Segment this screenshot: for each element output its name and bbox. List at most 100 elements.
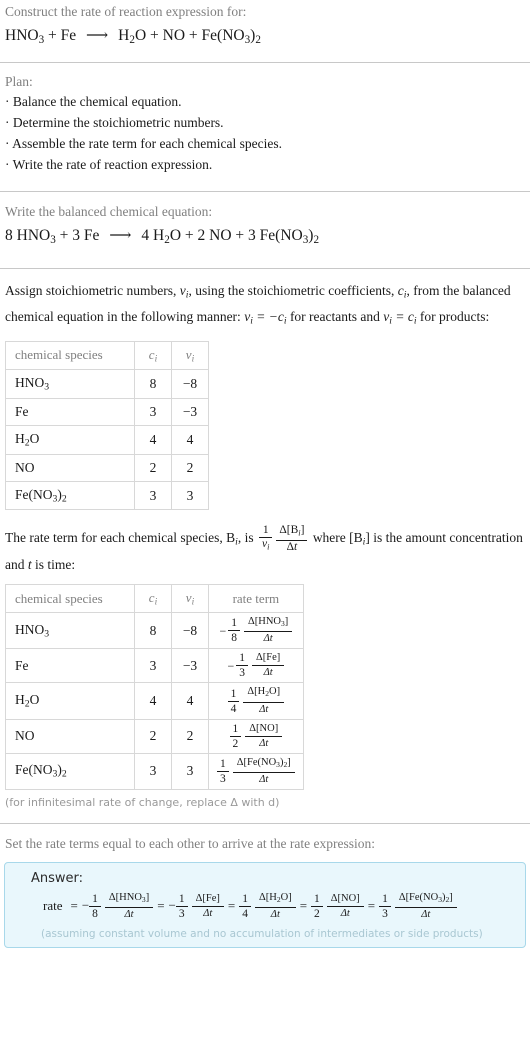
stoichiometry-table: chemical species ci νi HNO3 8 −8 Fe 3 −3…	[5, 340, 209, 511]
plus-sign: +	[59, 227, 73, 245]
negative-sign: −	[227, 658, 235, 673]
plus-sign: +	[150, 27, 163, 44]
answer-assumption: (assuming constant volume and no accumul…	[41, 927, 483, 940]
coefficient-fraction: 12	[311, 893, 323, 920]
cell-vi: −3	[171, 397, 209, 426]
table-header-row: chemical species ci νi rate term	[5, 583, 304, 614]
delta-fraction: Δ[H2O] Δt	[243, 686, 285, 715]
plus-sign: +	[48, 27, 61, 44]
relation-products: νi = ci	[383, 308, 417, 327]
cell-vi: 2	[171, 453, 209, 482]
coefficient-fraction: 13	[217, 758, 229, 785]
coefficient-fraction: 13	[379, 893, 391, 920]
cell-species: NO	[5, 718, 135, 754]
equals-sign: =	[367, 898, 376, 914]
delta-fraction: Δ[Fe] Δt	[191, 893, 224, 920]
delta-fraction: Δ[Fe] Δt	[252, 652, 285, 679]
table-row: H2O 4 4	[5, 424, 209, 455]
col-header-ci: ci	[134, 583, 172, 614]
table-row: Fe(NO3)2 3 3	[5, 480, 209, 511]
rate-term-table: chemical species ci νi rate term HNO3 8 …	[5, 583, 304, 790]
col-header-species: chemical species	[5, 583, 135, 614]
delta-fraction: Δ[NO] Δt	[326, 893, 364, 920]
cell-vi: 3	[171, 752, 209, 790]
plan-item: · Balance the chemical equation.	[0, 90, 530, 111]
intro-text-part: is time:	[31, 556, 76, 572]
rate-word: rate	[43, 898, 63, 914]
product-no: NO	[162, 27, 186, 44]
balanced-equation-title: Write the balanced chemical equation:	[5, 204, 213, 220]
table-row: H2O 4 4 1 4 Δ[H2O] Δt	[5, 682, 304, 720]
product-h2o: H2O	[153, 227, 182, 247]
plus-sign: +	[188, 27, 202, 44]
bullet-icon: ·	[5, 115, 10, 131]
cell-species: HNO3	[5, 612, 135, 650]
delta-fraction: Δ[H2O] Δt	[254, 892, 296, 921]
plan-item: · Assemble the rate term for each chemic…	[0, 132, 530, 153]
plan-item-label: Assemble the rate term for each chemical…	[12, 136, 283, 152]
delta-fraction: Δ[HNO3] Δt	[243, 616, 293, 645]
table-row: Fe 3 −3 −1 3 Δ[Fe] Δt	[5, 648, 304, 684]
cell-species: H2O	[5, 682, 135, 720]
cell-rate-term: 1 3 Δ[Fe(NO3)2] Δt	[208, 752, 304, 790]
cell-species: H2O	[5, 424, 135, 455]
table-row: Fe 3 −3	[5, 397, 209, 426]
product-h2o: H2O	[118, 27, 147, 47]
cell-vi: 3	[171, 480, 209, 511]
cell-species: Fe(NO3)2	[5, 752, 135, 790]
delta-fraction: Δ[HNO3] Δt	[104, 892, 154, 921]
plan-item-label: Balance the chemical equation.	[12, 94, 182, 110]
solution-page: Construct the rate of reaction expressio…	[0, 0, 530, 948]
rate-expression: −1 8 Δ[HNO3] Δt	[219, 616, 293, 645]
table-row: HNO3 8 −8	[5, 369, 209, 399]
coefficient-fraction: 18	[89, 893, 101, 920]
negative-sign: −	[81, 897, 90, 913]
coefficient: 4	[141, 227, 150, 245]
coefficient: 3	[248, 227, 256, 245]
cell-vi: 4	[171, 424, 209, 455]
rate-expression: 1 4 Δ[H2O] Δt	[227, 686, 285, 715]
cell-species: HNO3	[5, 369, 135, 399]
cell-vi: −8	[171, 612, 209, 650]
answer-label: Answer:	[31, 870, 84, 886]
table-row: NO 2 2 1 2 Δ[NO] Δt	[5, 718, 304, 754]
final-intro: Set the rate terms equal to each other t…	[5, 835, 375, 851]
equals-sign: =	[70, 898, 78, 914]
coefficient-fraction: 13	[175, 893, 188, 920]
reactant-hno3: HNO3	[16, 227, 56, 247]
col-header-rate-term: rate term	[208, 583, 304, 614]
equals-sign: =	[157, 898, 165, 914]
cell-vi: −8	[171, 369, 209, 399]
reaction-arrow-icon: ⟶	[109, 227, 132, 245]
cell-rate-term: 1 4 Δ[H2O] Δt	[208, 682, 304, 720]
answer-box: Answer: rate = −1 8 Δ[HNO3] Δt = −1 3 Δ[Fe] Δt = 1 4 Δ…	[4, 861, 526, 948]
bullet-icon: ·	[5, 157, 10, 173]
reaction-arrow-icon: ⟶	[86, 27, 109, 44]
rate-expression: 1 3 Δ[Fe(NO3)2] Δt	[217, 757, 295, 786]
rate-term-intro: The rate term for each chemical species,…	[5, 524, 523, 572]
negative-sign: −	[168, 897, 176, 913]
cell-ci: 8	[134, 369, 172, 399]
inline-fraction-delta-b-over-delta-t: Δ[Bi] Δt	[276, 524, 308, 553]
answer-equation: rate = −1 8 Δ[HNO3] Δt = −1 3 Δ[Fe] Δt = 1 4 Δ[H2O] Δt =…	[15, 890, 515, 921]
delta-fraction: Δ[Fe(NO3)2] Δt	[232, 757, 295, 786]
reactant-hno3: HNO3	[5, 27, 45, 47]
cell-species: Fe	[5, 397, 135, 426]
intro-text-part: , is	[237, 530, 257, 546]
coefficient-fraction: 18	[228, 617, 240, 644]
problem-equation: HNO3 + Fe ⟶ H2O + NO + Fe(NO3)2	[0, 21, 530, 51]
coefficient-fraction: 13	[236, 652, 248, 679]
intro-text-part: where [B	[309, 530, 363, 546]
cell-ci: 3	[134, 648, 172, 684]
cell-species: NO	[5, 453, 135, 482]
col-header-ci: ci	[134, 340, 172, 371]
cell-vi: −3	[171, 648, 209, 684]
table-row: HNO3 8 −8 −1 8 Δ[HNO3] Δt	[5, 612, 304, 650]
product-feno32: Fe(NO3)2	[259, 227, 320, 247]
cell-vi: 2	[171, 718, 209, 754]
cell-ci: 3	[134, 480, 172, 511]
cell-species: Fe	[5, 648, 135, 684]
rate-expression: −1 3 Δ[Fe] Δt	[227, 652, 285, 679]
reactant-fe: Fe	[60, 27, 77, 44]
coefficient: 8	[5, 227, 13, 245]
